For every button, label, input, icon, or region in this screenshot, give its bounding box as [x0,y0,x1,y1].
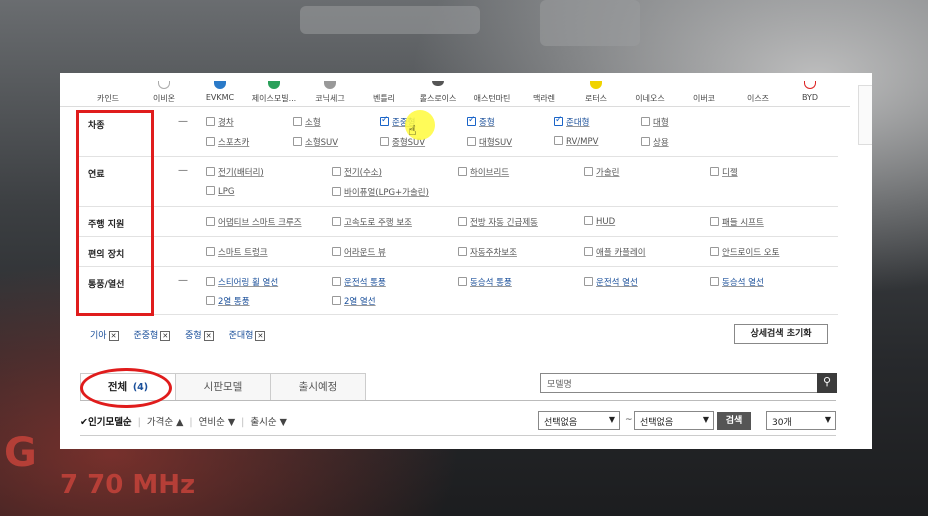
checkbox-option[interactable]: LPG [206,186,234,197]
checkbox-option[interactable]: 안드로이드 오토 [710,246,779,258]
sort-release[interactable]: 출시순 ▼ [250,417,287,428]
checkbox-option[interactable]: RV/MPV [554,136,598,147]
checkbox-option[interactable]: 패들 시프트 [710,216,764,228]
brand-item[interactable]: 로터스 [568,81,624,104]
brand-item[interactable]: 이버코 [676,93,732,104]
checkbox-option[interactable]: 경차 [206,116,234,128]
filter-row-driving-assist: 주행 지원 어댑티브 스마트 크루즈 고속도로 주행 보조 전방 자동 긴급제동… [78,207,838,237]
background-trim [540,0,640,46]
checkbox-option[interactable]: 대형SUV [467,136,512,148]
sort-price[interactable]: 가격순 ▲ [147,417,184,428]
collapse-toggle[interactable]: — [178,275,188,286]
price-search-button[interactable]: 검색 [717,412,751,430]
brand-item[interactable]: 롤스로이스 [410,81,466,104]
brand-item[interactable]: BYD [782,81,838,102]
hand-cursor-icon: ☝ [408,123,417,139]
brand-item[interactable]: EVKMC [192,81,248,102]
price-to-select[interactable]: 선택없음 ▼ [634,411,714,430]
checkbox-option[interactable]: 2열 통풍 [206,295,250,307]
sort-fuel-efficiency[interactable]: 연비순 ▼ [199,417,236,428]
close-icon[interactable]: ✕ [255,331,266,341]
checkbox-option[interactable]: 소형SUV [293,136,338,148]
checkbox-option[interactable]: 대형 [641,116,669,128]
brand-item[interactable]: 제이스모빌... [246,81,302,104]
checkbox-option[interactable]: 어댑티브 스마트 크루즈 [206,216,302,228]
collapse-toggle[interactable]: — [178,116,188,127]
filter-row-convenience: 편의 장치 스마트 트렁크 어라운드 뷰 자동주차보조 애플 카플레이 안드로이… [78,237,838,267]
checkbox-option[interactable]: 전기(배터리) [206,166,264,178]
annotation-rectangle [76,110,154,316]
checkbox-option[interactable]: 고속도로 주행 보조 [332,216,412,228]
checkbox-option[interactable]: 운전석 열선 [584,276,638,288]
checkbox-option[interactable]: 어라운드 뷰 [332,246,386,258]
checkbox-option[interactable]: 전방 자동 긴급제동 [458,216,538,228]
checkbox-option[interactable]: 운전석 통풍 [332,276,386,288]
checkbox-option[interactable]: 스포츠카 [206,136,249,148]
side-scroll-handle[interactable] [858,85,872,145]
background-display-text: G [4,430,37,476]
checkbox-option[interactable]: 스마트 트렁크 [206,246,268,258]
page-size-select[interactable]: 30개 ▼ [766,411,836,430]
filter-row-fuel: 연료 — 전기(배터리) 전기(수소) 하이브리드 가솔린 디젤 LPG 바이퓨… [78,157,838,207]
collapse-toggle[interactable]: — [178,165,188,176]
brand-item[interactable]: 이비온 [136,81,192,104]
checkbox-option[interactable]: 상용 [641,136,669,148]
chevron-down-icon: ▼ [608,415,615,424]
filter-table: 차종 — 경차 소형 준중형 중형 준대형 대형 스포츠카 소형SUV 중형SU… [78,107,838,315]
checkbox-option[interactable]: 동승석 열선 [710,276,764,288]
brand-item[interactable]: 벤틀리 [356,93,412,104]
annotation-ellipse [80,368,172,408]
brand-item[interactable]: 애스턴마틴 [464,93,520,104]
chevron-down-icon: ▼ [702,415,709,424]
checkbox-option[interactable]: 바이퓨얼(LPG+가솔린) [332,186,429,198]
range-separator: ~ [625,415,633,425]
tab-divider [80,400,836,401]
checkbox-option[interactable]: 소형 [293,116,321,128]
checkbox-option[interactable]: 스티어링 휠 열선 [206,276,278,288]
brand-strip: 카인드 이비온 EVKMC 제이스모빌... 코닉세그 벤틀리 롤스로이스 애스… [60,73,850,107]
brand-item[interactable]: 맥라렌 [516,93,572,104]
checkbox-option[interactable]: 하이브리드 [458,166,509,178]
filter-row-ventilation: 통풍/열선 — 스티어링 휠 열선 운전석 통풍 동승석 통풍 운전석 열선 동… [78,267,838,315]
search-icon[interactable]: ⚲ [817,373,837,393]
checkbox-option[interactable]: 자동주차보조 [458,246,517,258]
brand-item[interactable]: 카인드 [80,93,136,104]
checkbox-option[interactable]: 애플 카플레이 [584,246,646,258]
close-icon[interactable]: ✕ [160,331,171,341]
selected-filter-chips: 기아 ✕ 준중형 ✕ 중형 ✕ 준대형 ✕ [90,328,277,341]
close-icon[interactable]: ✕ [108,331,119,341]
tab-upcoming[interactable]: 출시예정 [270,373,366,401]
car-search-panel: 카인드 이비온 EVKMC 제이스모빌... 코닉세그 벤틀리 롤스로이스 애스… [60,73,872,449]
checkbox-option[interactable]: 중형 [467,115,495,128]
filter-chip[interactable]: 중형 ✕ [185,328,214,341]
sort-bar: ✔인기모델순 | 가격순 ▲ | 연비순 ▼ | 출시순 ▼ [80,417,287,428]
price-from-select[interactable]: 선택없음 ▼ [538,411,620,430]
checkbox-option[interactable]: 디젤 [710,166,738,178]
close-icon[interactable]: ✕ [203,331,214,341]
checkbox-option[interactable]: 전기(수소) [332,166,382,178]
divider [80,435,836,436]
filter-row-vehicle-type: 차종 — 경차 소형 준중형 중형 준대형 대형 스포츠카 소형SUV 중형SU… [78,107,838,157]
checkbox-option[interactable]: 준대형 [554,115,589,128]
checkbox-option[interactable]: 동승석 통풍 [458,276,512,288]
sort-popular[interactable]: ✔인기모델순 [80,417,132,428]
brand-item[interactable]: 이네오스 [622,93,678,104]
checkbox-option[interactable]: HUD [584,216,615,227]
chevron-down-icon: ▼ [824,415,831,424]
filter-chip[interactable]: 준대형 ✕ [229,328,266,341]
reset-filters-button[interactable]: 상세검색 초기화 [734,324,828,344]
background-display-text: 7 70 MHz [60,470,196,500]
brand-item[interactable]: 이스즈 [730,93,786,104]
checkbox-option[interactable]: 2열 열선 [332,295,376,307]
filter-chip[interactable]: 기아 ✕ [90,328,119,341]
filter-chip[interactable]: 준중형 ✕ [133,328,171,341]
background-trim [300,6,480,34]
brand-item[interactable]: 코닉세그 [302,81,358,104]
checkbox-option[interactable]: 가솔린 [584,166,619,178]
model-search-input[interactable]: 모델명 [540,373,818,393]
tab-on-sale[interactable]: 시판모델 [175,373,271,401]
